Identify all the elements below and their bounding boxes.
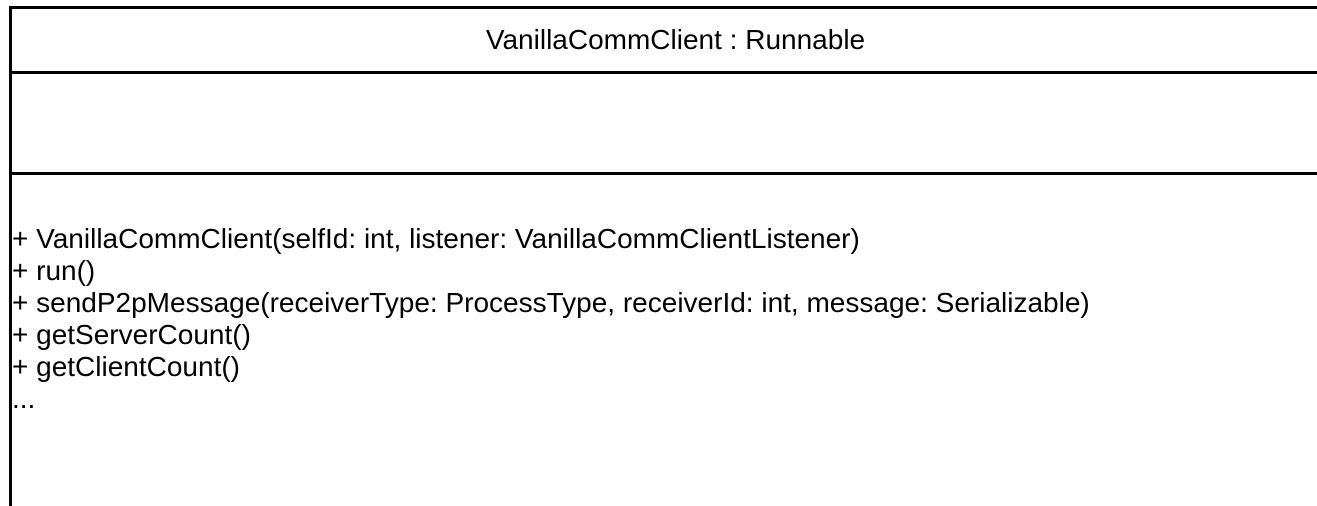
- uml-class-box: VanillaCommClient : Runnable + VanillaCo…: [9, 6, 1317, 506]
- operations-compartment: + VanillaCommClient(selfId: int, listene…: [12, 175, 1317, 415]
- operation-constructor: + VanillaCommClient(selfId: int, listene…: [12, 223, 860, 254]
- operation-ellipsis: ...: [12, 383, 36, 414]
- attributes-compartment: [12, 74, 1317, 175]
- operation-run: + run(): [12, 255, 96, 286]
- class-title: VanillaCommClient : Runnable: [12, 9, 1317, 74]
- operation-get-server-count: + getServerCount(): [12, 319, 251, 350]
- operation-send-p2p-message: + sendP2pMessage(receiverType: ProcessTy…: [12, 287, 1090, 318]
- operation-get-client-count: + getClientCount(): [12, 351, 241, 382]
